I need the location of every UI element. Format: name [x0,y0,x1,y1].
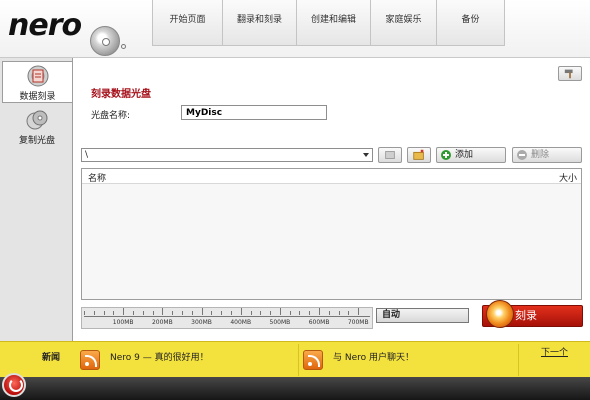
tab-create-and-edit[interactable]: 创建和编辑 [297,0,371,45]
delete-button-label: 删除 [531,150,550,160]
rss-icon [80,350,100,370]
capacity-tick-label: 600MB [308,319,330,326]
add-button-label: 添加 [455,150,474,160]
small-dot-icon [121,44,126,49]
capacity-tick [358,308,360,315]
capacity-tick-label: 100MB [112,319,134,326]
disc-name-input[interactable] [181,105,327,120]
rss-icon [303,350,323,370]
capacity-tick [299,311,301,315]
new-folder-icon [413,149,424,160]
capacity-tick [289,311,291,315]
sidebar-item-data-burn[interactable]: 数据刻录 [2,61,72,103]
path-dropdown[interactable]: \ [81,148,373,162]
capacity-tick [123,308,125,315]
capacity-tick [201,308,203,315]
sidebar-item-copy-disc[interactable]: 复制光盘 [2,106,72,148]
minus-icon [517,150,527,160]
capacity-tick-label: 500MB [269,319,291,326]
tab-home-entertainment[interactable]: 家庭娱乐 [371,0,437,45]
disc-logo-icon [90,26,120,56]
capacity-tick-label: 300MB [191,319,212,326]
capacity-tick [270,311,272,315]
capacity-tick [230,311,232,315]
data-disc-icon [27,65,48,87]
folder-up-icon [385,151,395,159]
capacity-gauge: 100MB 200MB 300MB 400MB 500MB 600MB 700MB [81,307,373,329]
sidebar-item-label: 复制光盘 [18,136,55,146]
page-title: 刻录数据光盘 [91,89,151,100]
tab-start-page[interactable]: 开始页面 [153,0,223,45]
burn-button[interactable]: 刻录 [482,300,583,328]
sidebar: 数据刻录 复制光盘 [0,58,72,341]
capacity-tick [348,311,350,315]
status-bar [0,373,590,400]
capacity-tick [309,311,311,315]
capacity-tick [319,308,321,315]
capacity-tick [93,311,95,315]
capacity-tick [103,311,105,315]
capacity-tick-label: 400MB [230,319,252,326]
folder-up-button[interactable] [378,147,402,163]
path-value: \ [85,150,89,160]
tab-rip-and-burn[interactable]: 翻录和刻录 [223,0,297,45]
capacity-tick [162,308,164,315]
new-folder-button[interactable] [407,147,431,163]
capacity-bar [84,311,370,317]
news-item[interactable]: Nero 9 — 真的很好用！ [76,344,296,376]
news-item-text: Nero 9 — 真的很好用！ [110,353,209,363]
capacity-tick [84,311,85,315]
copy-disc-icon [26,110,48,130]
burn-button-label: 刻录 [515,309,537,322]
capacity-tick [142,311,144,315]
capacity-tick [338,311,340,315]
disc-name-label: 光盘名称: [91,111,131,121]
hammer-icon [564,69,573,79]
capacity-tick [221,311,223,315]
burn-disc-icon [486,300,514,328]
column-name[interactable]: 名称 [88,171,106,184]
power-icon[interactable] [2,373,26,397]
main-panel: 刻录数据光盘 光盘名称: \ 添加 删除 名称 大小 100MB 200MB 300… [72,58,590,341]
capacity-tick [240,308,242,315]
add-button[interactable]: 添加 [436,147,506,163]
tab-backup[interactable]: 备份 [437,0,505,45]
write-speed-dropdown[interactable]: 自动 [376,308,469,323]
capacity-tick [172,311,174,315]
delete-button[interactable]: 删除 [512,147,582,163]
capacity-tick [113,311,115,315]
capacity-tick [181,311,183,315]
capacity-tick [250,311,252,315]
capacity-tick [132,311,134,315]
main-tabs: 开始页面 翻录和刻录 创建和编辑 家庭娱乐 备份 [152,0,505,46]
chevron-down-icon [363,153,369,157]
news-label: 新闻 [42,353,61,363]
tools-button[interactable] [558,66,582,81]
capacity-tick [260,311,262,315]
next-news-link[interactable]: 下一个 [518,344,590,376]
plus-icon [441,150,451,160]
capacity-tick-label: 700MB [347,319,369,326]
news-bar: 新闻 Nero 9 — 真的很好用！ 与 Nero 用户聊天！ 下一个 [0,341,590,377]
capacity-tick [152,311,154,315]
capacity-tick [211,311,213,315]
capacity-tick [328,311,330,315]
capacity-tick [191,311,193,315]
sidebar-item-label: 数据刻录 [19,92,56,102]
news-item-text: 与 Nero 用户聊天！ [333,353,415,363]
capacity-tick [279,308,281,315]
header: nero 开始页面 翻录和刻录 创建和编辑 家庭娱乐 备份 [0,0,590,58]
column-size[interactable]: 大小 [559,171,577,184]
file-list[interactable]: 名称 大小 [81,168,582,300]
capacity-tick-label: 200MB [151,319,173,326]
news-item[interactable]: 与 Nero 用户聊天！ [298,344,518,376]
list-header: 名称 大小 [82,169,581,184]
nero-logo: nero [8,8,82,43]
